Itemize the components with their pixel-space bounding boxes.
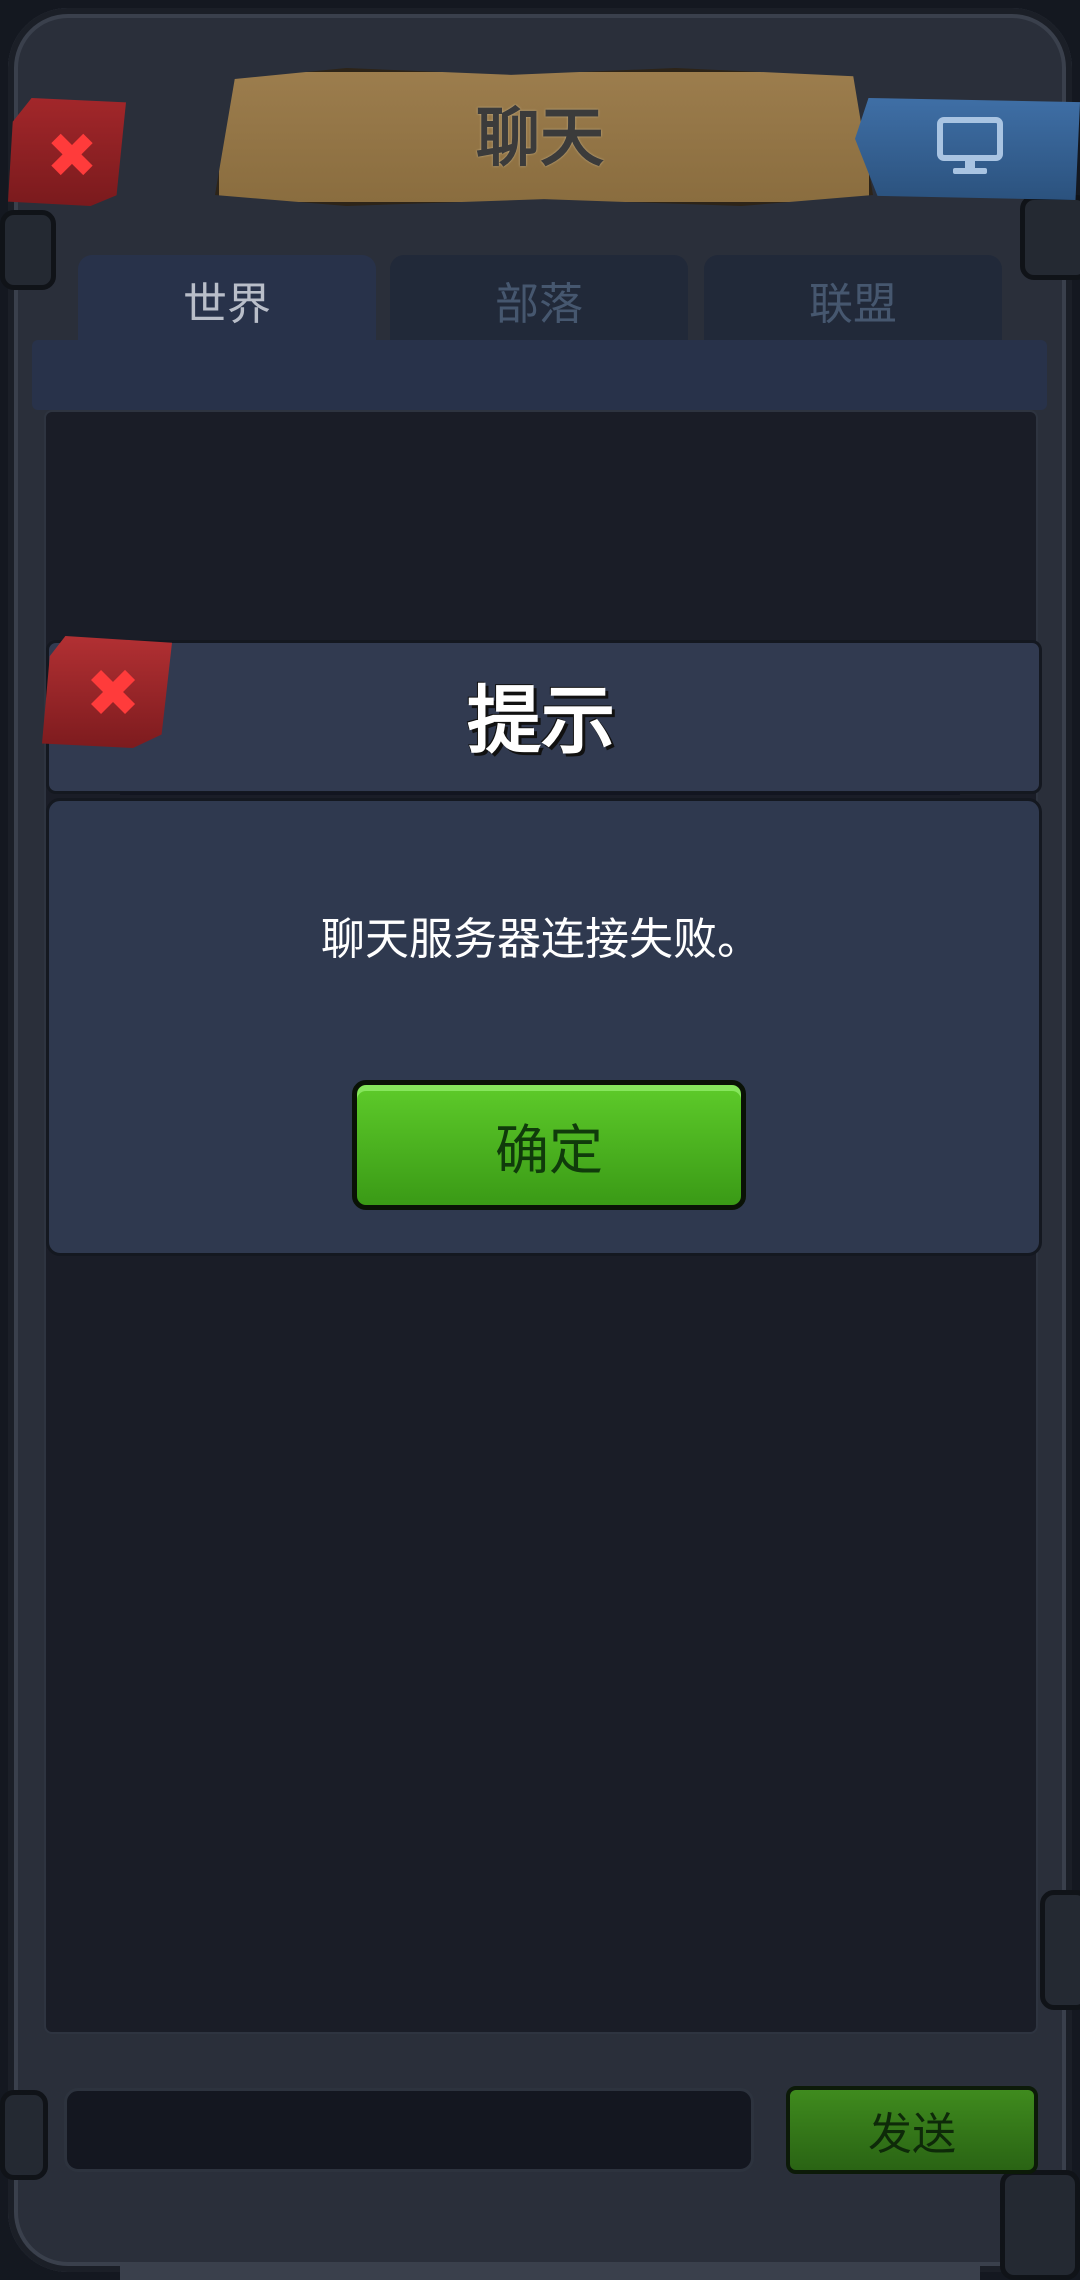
frame-rock bbox=[1000, 2170, 1080, 2280]
chat-input[interactable] bbox=[64, 2088, 754, 2172]
tab-clan[interactable]: 部落 bbox=[390, 255, 688, 345]
monitor-icon bbox=[937, 117, 1003, 174]
bottom-ledge bbox=[120, 2266, 980, 2280]
frame-rock bbox=[1040, 1890, 1080, 2010]
send-button[interactable]: 发送 bbox=[786, 2086, 1038, 2174]
frame-rock bbox=[0, 2090, 48, 2180]
tab-strip bbox=[32, 340, 1047, 410]
close-icon: ✖ bbox=[46, 118, 98, 192]
tab-alliance[interactable]: 联盟 bbox=[704, 255, 1002, 345]
ok-button[interactable]: 确定 bbox=[352, 1080, 746, 1210]
dialog-title: 提示 bbox=[467, 677, 615, 764]
frame-rock bbox=[1020, 195, 1080, 280]
dialog-message: 聊天服务器连接失败。 bbox=[321, 914, 761, 965]
close-icon: ✖ bbox=[85, 654, 141, 732]
frame-rock bbox=[0, 210, 56, 290]
tab-world[interactable]: 世界 bbox=[78, 255, 376, 345]
dialog-divider bbox=[120, 792, 960, 795]
page-title: 聊天 bbox=[476, 102, 604, 176]
